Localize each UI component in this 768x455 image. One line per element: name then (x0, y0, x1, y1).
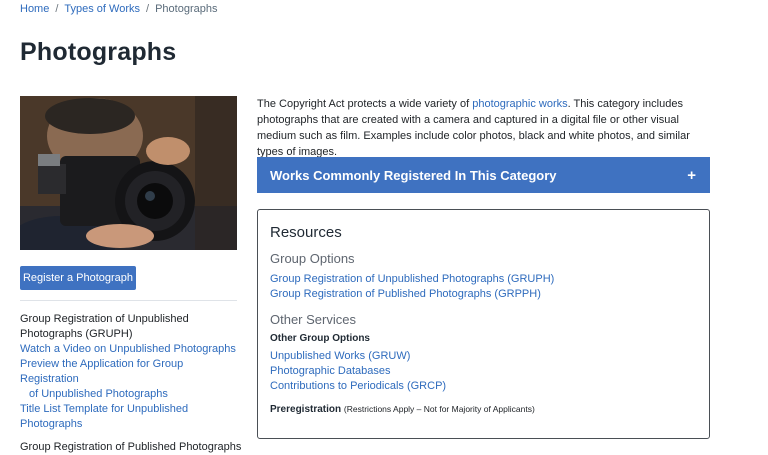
register-photograph-button[interactable]: Register a Photograph (20, 266, 136, 290)
preview-application-link[interactable]: Preview the Application for Group Regist… (20, 358, 183, 385)
unpublished-works-link[interactable]: Unpublished Works (GRUW) (270, 349, 697, 364)
contributions-periodicals-link[interactable]: Contributions to Periodicals (GRCP) (270, 379, 697, 394)
photographic-works-link[interactable]: photographic works (472, 98, 567, 110)
side-item-line: Group Registration of Unpublished (20, 313, 189, 325)
photographic-databases-link[interactable]: Photographic Databases (270, 364, 697, 379)
works-commonly-registered-accordion[interactable]: Works Commonly Registered In This Catego… (257, 157, 710, 193)
title-list-template-link[interactable]: Title List Template for Unpublished Phot… (20, 403, 188, 430)
accordion-label: Works Commonly Registered In This Catego… (270, 167, 557, 183)
breadcrumb: Home / Types of Works / Photographs (20, 3, 217, 15)
divider (20, 300, 237, 301)
grpph-link[interactable]: Group Registration of Published Photogra… (270, 287, 697, 302)
intro-paragraph: The Copyright Act protects a wide variet… (257, 96, 717, 160)
watch-video-link[interactable]: Watch a Video on Unpublished Photographs (20, 343, 236, 355)
side-link-list: Group Registration of Unpublished Photog… (20, 312, 242, 455)
side-item-line: Photographs (GRUPH) (20, 328, 133, 340)
intro-text-before: The Copyright Act protects a wide variet… (257, 98, 473, 110)
other-services-heading: Other Services (270, 312, 356, 327)
gruph-link[interactable]: Group Registration of Unpublished Photog… (270, 272, 697, 287)
page-title: Photographs (20, 38, 177, 66)
hero-photographer-image (20, 96, 237, 250)
preview-application-link-cont[interactable]: of Unpublished Photographs (29, 388, 168, 400)
preregistration-label: Preregistration (270, 404, 342, 415)
breadcrumb-current: Photographs (155, 3, 218, 15)
breadcrumb-home-link[interactable]: Home (20, 3, 49, 15)
side-item-group-registration-published: Group Registration of Published Photogra… (20, 441, 242, 453)
side-item-group-registration-unpublished: Group Registration of Unpublished Photog… (20, 312, 242, 342)
resources-title: Resources (270, 224, 342, 241)
preregistration-row: Preregistration (Restrictions Apply – No… (270, 404, 697, 415)
group-options-heading: Group Options (270, 251, 355, 266)
plus-icon: + (687, 166, 696, 184)
preregistration-note: (Restrictions Apply – Not for Majority o… (343, 404, 535, 414)
other-group-options-subheading: Other Group Options (270, 333, 370, 344)
breadcrumb-types-link[interactable]: Types of Works (64, 3, 140, 15)
breadcrumb-separator: / (146, 3, 150, 15)
resources-panel: Resources Group Options Group Registrati… (257, 209, 710, 439)
breadcrumb-separator: / (55, 3, 59, 15)
